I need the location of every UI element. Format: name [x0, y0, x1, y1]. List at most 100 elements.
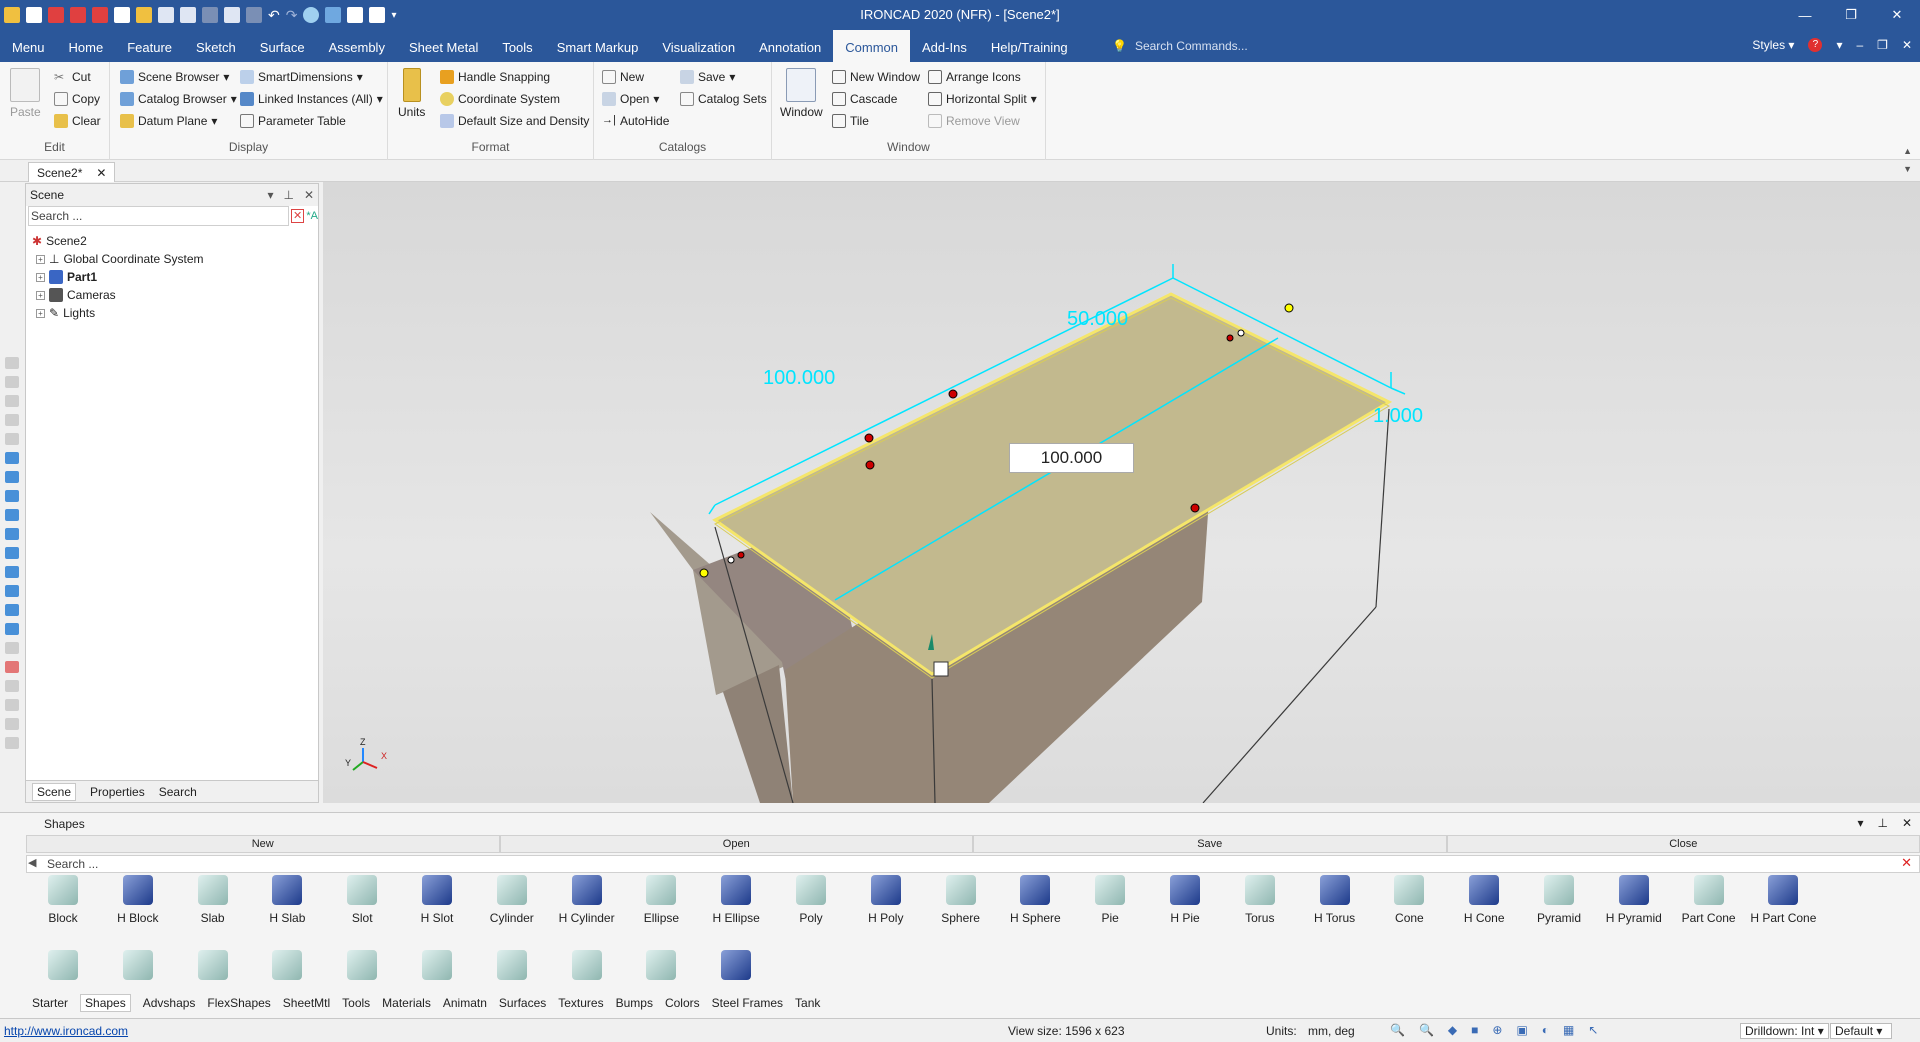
text-tool-icon[interactable]: [5, 737, 19, 749]
tool-3-icon[interactable]: [5, 395, 19, 407]
tab-sheet-metal[interactable]: Sheet Metal: [397, 30, 490, 62]
catalog-tab-textures[interactable]: Textures: [558, 996, 603, 1010]
view-dimetric-icon[interactable]: [5, 585, 19, 597]
clear-button[interactable]: Clear: [54, 114, 101, 128]
catalog-tab-advshaps[interactable]: Advshaps: [143, 996, 196, 1010]
catalog-new-button[interactable]: New: [26, 835, 500, 853]
tool-2-icon[interactable]: [5, 376, 19, 388]
catalog-open-button[interactable]: Open: [499, 835, 973, 853]
autohide-button[interactable]: →| AutoHide: [602, 114, 669, 128]
shape-item-h-slot[interactable]: H Slot: [400, 875, 474, 925]
view-front-icon[interactable]: [5, 452, 19, 464]
close-icon[interactable]: ✕: [1874, 0, 1920, 30]
expand-icon[interactable]: +: [36, 290, 45, 300]
paste-icon[interactable]: [246, 7, 262, 23]
expand-icon[interactable]: +: [36, 272, 45, 282]
app-logo-icon[interactable]: [4, 7, 20, 23]
tool-5-icon[interactable]: [5, 433, 19, 445]
tab-common[interactable]: Common: [833, 30, 911, 62]
shape-item-h-part-cone[interactable]: H Part Cone: [1746, 875, 1820, 925]
datum-plane-button[interactable]: Datum Plane ▾: [120, 114, 217, 128]
view-right-icon[interactable]: [5, 509, 19, 521]
catalog-tab-sheetmtl[interactable]: SheetMtl: [283, 996, 330, 1010]
panel-close-icon[interactable]: ✕: [304, 188, 314, 202]
website-link[interactable]: http://www.ironcad.com: [4, 1024, 128, 1038]
handle-snapping-button[interactable]: Handle Snapping: [440, 70, 550, 84]
thickness-dimension-label[interactable]: 1.000: [1373, 405, 1423, 427]
shape-item-sphere[interactable]: Sphere: [924, 875, 998, 925]
catalog-tab-materials[interactable]: Materials: [382, 996, 431, 1010]
zoom-window-icon[interactable]: 🔍: [1419, 1023, 1434, 1037]
shape-item-extra[interactable]: [699, 950, 773, 986]
linked-instances-button[interactable]: Linked Instances (All) ▾: [240, 92, 383, 106]
tab-help-training[interactable]: Help/Training: [979, 30, 1080, 62]
catalog-tab-shapes[interactable]: Shapes: [80, 994, 131, 1012]
cascade-button[interactable]: Cascade: [832, 92, 897, 106]
view-left-icon[interactable]: [5, 490, 19, 502]
tree-icon[interactable]: [325, 7, 342, 23]
dimension-edit-box[interactable]: 100.000: [1009, 443, 1134, 473]
filter-icon[interactable]: *A: [306, 210, 318, 222]
zoom-icon[interactable]: 🔍: [1390, 1023, 1405, 1037]
tab-add-ins[interactable]: Add-Ins: [910, 30, 979, 62]
tab-search[interactable]: Search: [159, 785, 197, 799]
shape-item-h-sphere[interactable]: H Sphere: [998, 875, 1072, 925]
mdi-close-icon[interactable]: ✕: [1902, 38, 1912, 52]
tree-item-global-coordinate-system[interactable]: + ⊥ Global Coordinate System: [32, 250, 318, 268]
catalog-open-button[interactable]: Open ▾: [602, 92, 659, 106]
units-button[interactable]: Units: [398, 68, 425, 119]
open-folder-icon[interactable]: [136, 7, 152, 23]
horizontal-split-button[interactable]: Horizontal Split ▾: [928, 92, 1037, 106]
measure-icon[interactable]: [5, 642, 19, 654]
shape-item-h-block[interactable]: H Block: [101, 875, 175, 925]
pin-icon[interactable]: ⊥: [1877, 816, 1887, 830]
section-icon[interactable]: [5, 661, 19, 673]
tab-surface[interactable]: Surface: [248, 30, 317, 62]
mdi-minimize-icon[interactable]: –: [1856, 38, 1863, 52]
catalog-tab-tools[interactable]: Tools: [342, 996, 370, 1010]
shape-item-ellipse[interactable]: Ellipse: [624, 875, 698, 925]
catalog-tab-flexshapes[interactable]: FlexShapes: [207, 996, 270, 1010]
page-icon[interactable]: [347, 7, 364, 23]
shape-item-h-poly[interactable]: H Poly: [849, 875, 923, 925]
clear-search-icon[interactable]: ✕: [1901, 855, 1912, 871]
catalog-new-button[interactable]: New: [602, 70, 644, 84]
undo-icon[interactable]: ↶: [268, 7, 280, 24]
tool-4-icon[interactable]: [5, 414, 19, 426]
shape-item-block[interactable]: Block: [26, 875, 100, 925]
new-window-button[interactable]: New Window: [832, 70, 920, 84]
restore-icon[interactable]: ❐: [1828, 0, 1874, 30]
shape-item-torus[interactable]: Torus: [1223, 875, 1297, 925]
shading-icon[interactable]: ■: [1471, 1023, 1478, 1037]
shape-item-h-ellipse[interactable]: H Ellipse: [699, 875, 773, 925]
save-icon[interactable]: [158, 7, 174, 23]
view-bottom-icon[interactable]: [5, 547, 19, 559]
doc-tab-scene2[interactable]: Scene2* ✕: [28, 162, 116, 182]
cut-button[interactable]: ✂ Cut: [54, 70, 91, 84]
tree-item-cameras[interactable]: + Cameras: [32, 286, 318, 304]
search-commands[interactable]: 💡 Search Commands...: [1112, 39, 1248, 53]
shape-item-h-cylinder[interactable]: H Cylinder: [550, 875, 624, 925]
tree-item-lights[interactable]: + ✎ Lights: [32, 304, 318, 322]
default-select[interactable]: Default ▾: [1830, 1023, 1892, 1039]
catalog-tab-colors[interactable]: Colors: [665, 996, 700, 1010]
ribbon-options-icon[interactable]: ▾: [1836, 38, 1842, 52]
back-arrow-icon[interactable]: ◀: [28, 856, 36, 869]
catalog-sets-button[interactable]: Catalog Sets: [680, 92, 767, 106]
open-mail-icon[interactable]: [48, 7, 64, 23]
units-readout[interactable]: Units: mm, deg: [1266, 1024, 1355, 1038]
tab-visualization[interactable]: Visualization: [650, 30, 747, 62]
shapes-search-input[interactable]: Search ...: [26, 855, 1920, 873]
shape-item-extra[interactable]: [176, 950, 250, 986]
doc-tab-close-icon[interactable]: ✕: [96, 166, 106, 180]
catalog-save-button[interactable]: Save: [973, 835, 1447, 853]
shape-item-extra[interactable]: [624, 950, 698, 986]
mdi-restore-icon[interactable]: ❐: [1877, 38, 1888, 52]
view-top-icon[interactable]: [5, 528, 19, 540]
clear-search-icon[interactable]: ✕: [290, 209, 305, 223]
pdf-icon[interactable]: [70, 7, 86, 23]
catalog-save-button[interactable]: Save ▾: [680, 70, 735, 84]
tree-item-part1[interactable]: + Part1: [32, 268, 318, 286]
new-file-icon[interactable]: [26, 7, 42, 23]
tab-tools[interactable]: Tools: [490, 30, 544, 62]
